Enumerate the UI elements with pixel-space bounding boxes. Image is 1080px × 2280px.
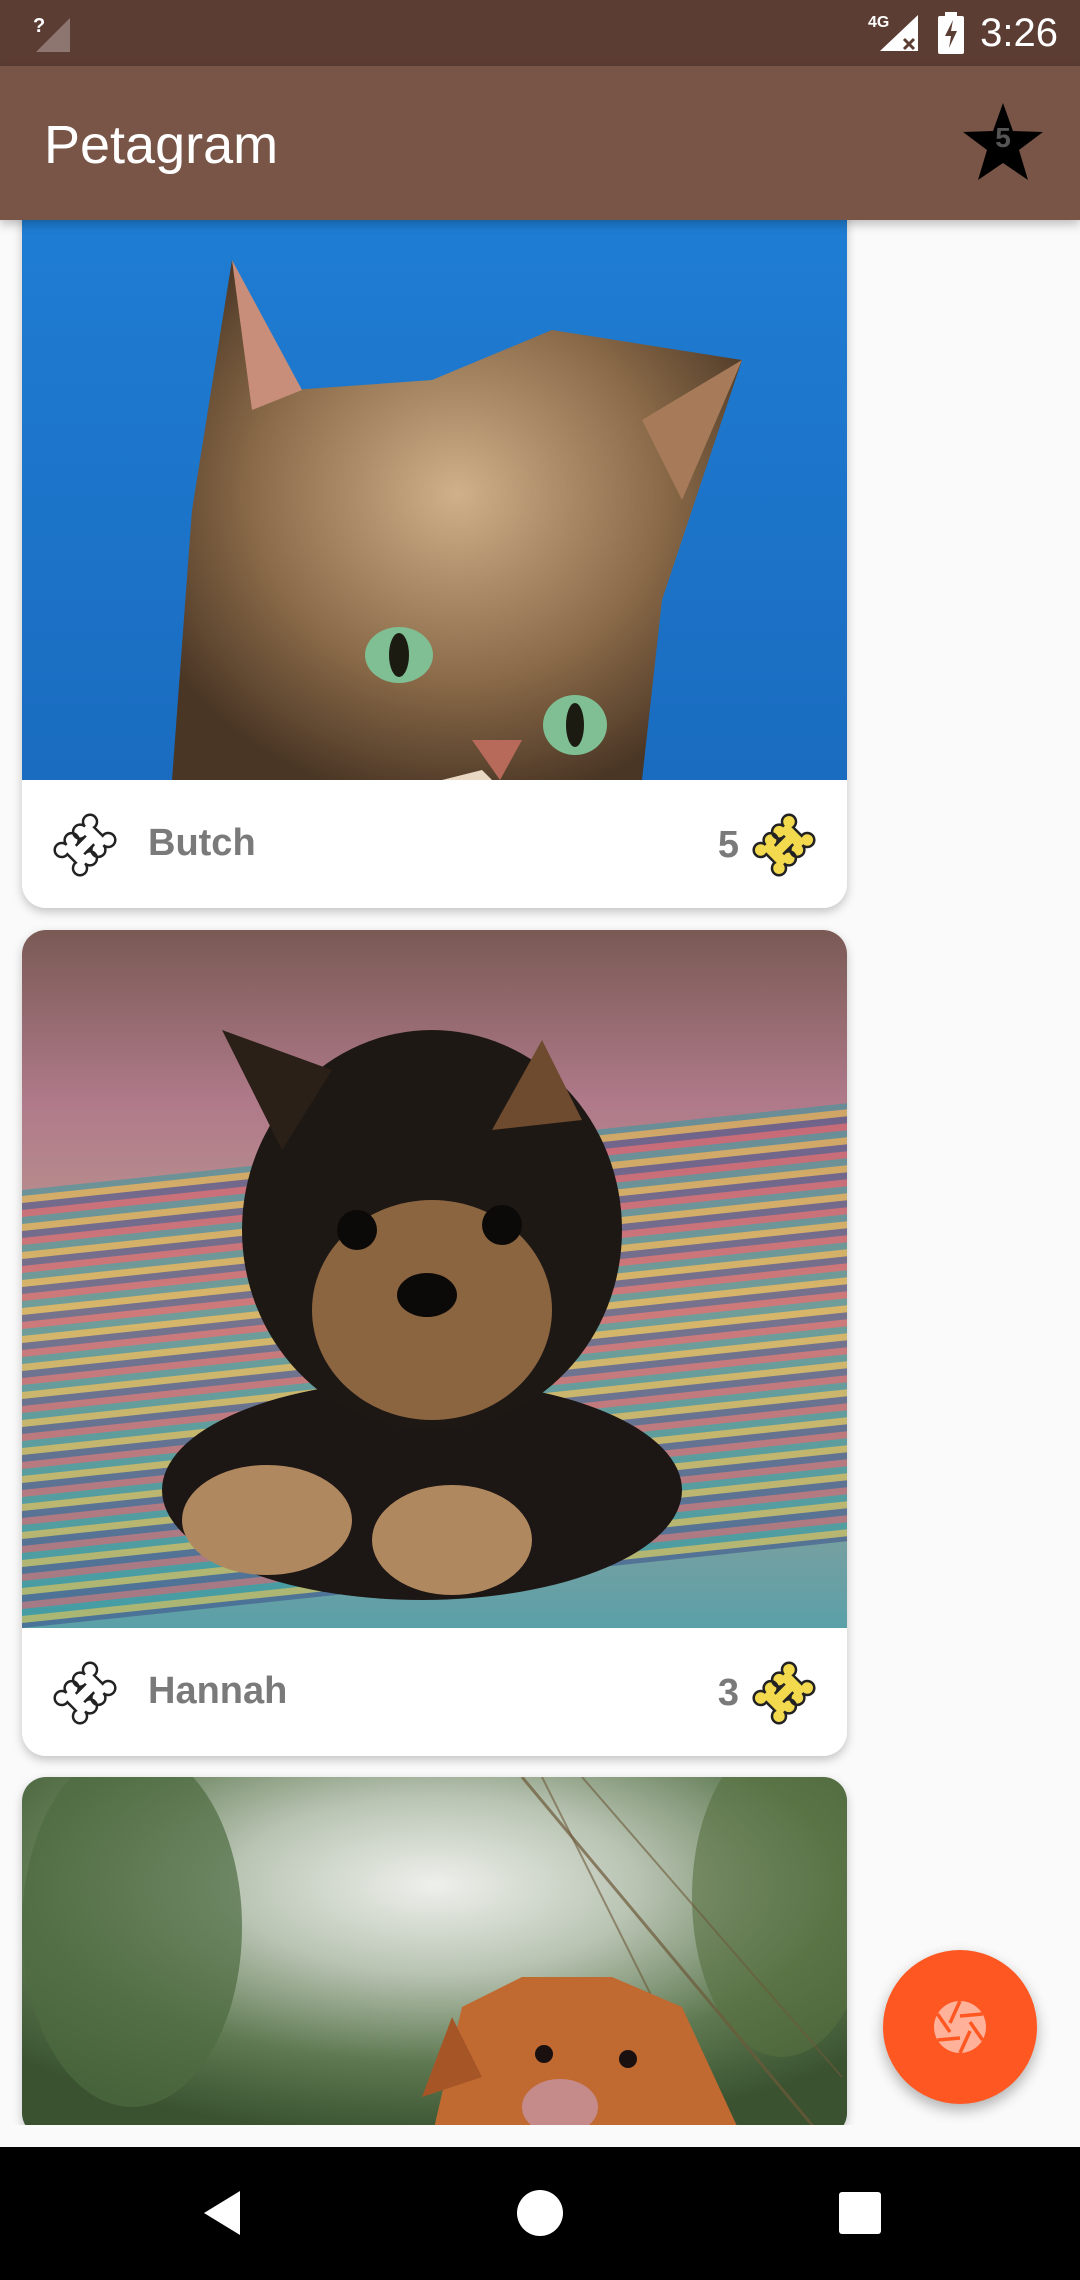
bone-filled-icon (752, 1661, 816, 1725)
screen: ? 4G 3:26 Petagram 5 Butch 5 Hannah 3 (0, 0, 1080, 2280)
navigation-bar (0, 2147, 1080, 2280)
pet-rating: 5 (718, 812, 817, 878)
pet-feed[interactable]: Butch 5 Hannah 3 (0, 220, 870, 2125)
pet-card: Butch 5 (22, 220, 847, 908)
golden-retriever-photo (22, 1777, 847, 2125)
app-bar: Petagram 5 (0, 66, 1080, 220)
back-button[interactable] (186, 2177, 258, 2249)
pet-name: Butch (148, 822, 256, 864)
pet-name: Hannah (148, 1670, 288, 1712)
home-icon (517, 2190, 563, 2236)
yorkshire-puppy-photo (22, 930, 847, 1628)
status-left: ? (32, 12, 72, 54)
status-right: 4G 3:26 (868, 0, 1058, 66)
camera-fab[interactable] (883, 1950, 1037, 2104)
recents-icon (839, 2192, 881, 2234)
like-button[interactable] (52, 812, 118, 878)
tabby-cat-photo (22, 220, 847, 780)
status-time: 3:26 (980, 10, 1058, 55)
rating-count: 5 (717, 823, 739, 866)
camera-shutter-icon (934, 2000, 986, 2054)
pet-card-footer: Hannah 3 (22, 1628, 847, 1756)
bone-filled-icon (752, 813, 816, 877)
pet-card-footer: Butch 5 (22, 780, 847, 908)
favorites-button[interactable]: 5 (960, 100, 1046, 186)
pet-rating: 3 (718, 1660, 817, 1726)
back-icon (204, 2191, 240, 2235)
svg-text:4G: 4G (868, 14, 889, 31)
pet-card (22, 1777, 847, 2125)
svg-text:?: ? (33, 15, 45, 37)
recents-button[interactable] (824, 2177, 896, 2249)
home-button[interactable] (504, 2177, 576, 2249)
app-title: Petagram (44, 115, 279, 175)
bone-outline-icon (53, 813, 117, 877)
status-bar: ? 4G 3:26 (0, 0, 1080, 66)
like-button[interactable] (52, 1660, 118, 1726)
battery-charging-icon (938, 12, 965, 54)
network-4g-icon: 4G (868, 14, 919, 51)
favorites-count: 5 (995, 122, 1011, 153)
pet-card: Hannah 3 (22, 930, 847, 1756)
rating-count: 3 (717, 1671, 739, 1714)
signal-unknown-icon: ? (33, 15, 70, 52)
bone-outline-icon (53, 1661, 117, 1725)
